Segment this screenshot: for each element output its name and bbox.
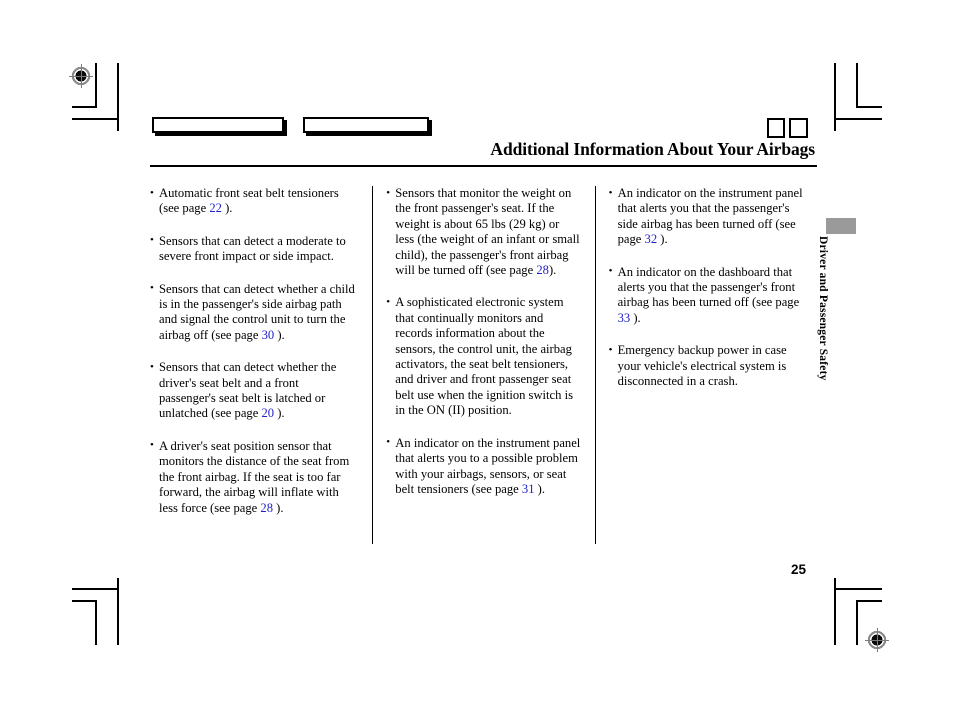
crop-mark-br-h2	[834, 588, 882, 590]
column-3: An indicator on the instrument panel tha…	[594, 186, 817, 544]
crop-mark-tr-h2	[834, 118, 882, 120]
list-item-text: An indicator on the instrument panel tha…	[395, 435, 581, 496]
page-reference-link[interactable]: 20	[261, 406, 274, 420]
crop-mark-tl-v1	[95, 63, 97, 108]
list-item-text: ).	[221, 201, 233, 216]
registration-crosshair-right-center	[858, 341, 892, 375]
list-item-text: ).	[657, 232, 668, 247]
list-item-text: An indicator on the dashboard that alert…	[617, 264, 800, 310]
page-reference-link[interactable]: 33	[618, 311, 631, 325]
list-item: A sophisticated electronic system that c…	[386, 295, 580, 418]
crop-mark-bl-h1	[72, 600, 97, 602]
list-item-text: ).	[534, 481, 545, 496]
header-marker-box-2	[303, 117, 429, 133]
list-item-text: Emergency backup power in case your vehi…	[617, 343, 787, 389]
column-divider-2	[594, 186, 596, 544]
crop-mark-tl-h2	[72, 118, 119, 120]
list-item: An indicator on the instrument panel tha…	[609, 186, 803, 248]
page-reference-link[interactable]: 32	[645, 232, 658, 246]
page-reference-link[interactable]: 28	[260, 501, 273, 515]
registration-target-top-left	[68, 63, 94, 89]
bullet-list-2: Sensors that monitor the weight on the f…	[386, 185, 581, 498]
crop-mark-tl-h1	[72, 106, 97, 108]
crop-mark-tr-h1	[856, 106, 882, 108]
crop-mark-bl-h2	[72, 588, 119, 590]
list-item: Sensors that can detect whether a child …	[150, 281, 358, 344]
crop-mark-bl-v1	[95, 600, 97, 645]
crop-mark-tr-v1	[856, 63, 858, 108]
registration-crosshair-left-center	[72, 341, 106, 375]
bullet-list-1: Automatic front seat belt tensioners (se…	[150, 186, 358, 516]
page-reference-link[interactable]: 22	[209, 201, 222, 215]
section-tab-marker	[826, 218, 856, 234]
list-item-text: A sophisticated electronic system that c…	[395, 295, 573, 418]
list-item: A driver's seat position sensor that mon…	[150, 438, 358, 516]
crop-mark-br-v1	[856, 600, 858, 645]
header-marker-square-1	[767, 118, 785, 138]
column-2: Sensors that monitor the weight on the f…	[372, 185, 594, 544]
header-marker-box-1	[152, 117, 284, 133]
list-item: Sensors that can detect whether the driv…	[150, 360, 358, 422]
document-page: Additional Information About Your Airbag…	[0, 0, 954, 710]
column-divider-1	[372, 186, 374, 544]
column-1: Automatic front seat belt tensioners (se…	[150, 186, 372, 544]
bullet-list-3: An indicator on the instrument panel tha…	[609, 186, 803, 389]
list-item-text: ).	[273, 500, 284, 515]
list-item: Sensors that can detect a moderate to se…	[150, 233, 358, 265]
list-item: Sensors that monitor the weight on the f…	[386, 185, 580, 278]
list-item: Automatic front seat belt tensioners (se…	[150, 186, 358, 217]
list-item-text: Automatic front seat belt tensioners (se…	[159, 186, 339, 216]
page-reference-link[interactable]: 28	[536, 263, 549, 277]
page-reference-link[interactable]: 30	[262, 328, 275, 342]
crop-mark-tr-v2	[834, 63, 836, 131]
list-item-text: Sensors that can detect a moderate to se…	[159, 233, 346, 264]
list-item-text: ).	[630, 310, 641, 325]
crop-mark-tl-v2	[117, 63, 119, 131]
list-item-text: Sensors that can detect whether the driv…	[159, 360, 337, 421]
page-title: Additional Information About Your Airbag…	[490, 139, 815, 159]
list-item-text: A driver's seat position sensor that mon…	[159, 438, 350, 515]
list-item-text: ).	[548, 263, 557, 278]
registration-target-bottom-right	[864, 627, 890, 653]
page-number: 25	[791, 562, 807, 577]
list-item: An indicator on the instrument panel tha…	[386, 435, 581, 498]
header-marker-square-2	[789, 118, 808, 138]
crop-mark-br-h1	[856, 600, 882, 602]
registration-crosshair-top-center	[462, 66, 496, 100]
list-item-text: ).	[274, 406, 285, 421]
list-item-text: Sensors that can detect whether a child …	[159, 281, 355, 342]
header-divider-rule	[150, 165, 817, 167]
list-item: An indicator on the dashboard that alert…	[609, 264, 803, 327]
content-columns: Automatic front seat belt tensioners (se…	[150, 185, 817, 544]
list-item: Emergency backup power in case your vehi…	[609, 343, 803, 389]
registration-crosshair-bottom-center	[462, 616, 496, 650]
list-item-text: ).	[274, 327, 285, 342]
page-reference-link[interactable]: 31	[522, 482, 535, 496]
